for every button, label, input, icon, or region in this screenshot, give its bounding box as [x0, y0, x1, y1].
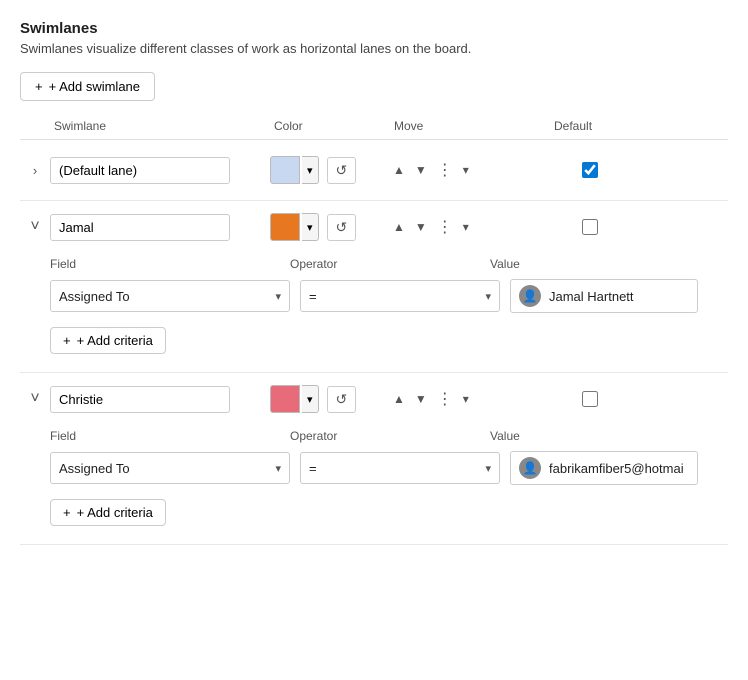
- jamal-operator-label: Operator: [290, 257, 490, 271]
- christie-color-picker: ▾ ↺: [270, 385, 390, 413]
- christie-operator-label: Operator: [290, 429, 490, 443]
- default-dropdown-button[interactable]: ▾: [460, 161, 472, 179]
- jamal-field-select-value: Assigned To: [59, 289, 130, 304]
- col-move-header: Move: [390, 119, 550, 133]
- christie-add-criteria-label: + Add criteria: [77, 505, 153, 520]
- default-lane-checkbox[interactable]: [582, 162, 598, 178]
- christie-operator-select[interactable]: = ▾: [300, 452, 500, 484]
- jamal-lane-checkbox[interactable]: [582, 219, 598, 235]
- jamal-move-controls: ▲ ▼ ⋮ ▾: [390, 215, 550, 239]
- christie-criteria-section: Field Operator Value Assigned To ▾ = ▾ 👤…: [20, 421, 728, 536]
- jamal-value-field: 👤 Jamal Hartnett: [510, 279, 698, 313]
- christie-color-dropdown-button[interactable]: ▾: [302, 385, 319, 413]
- jamal-field-chevron-icon: ▾: [275, 290, 281, 303]
- jamal-add-criteria-button[interactable]: + + Add criteria: [50, 327, 166, 354]
- jamal-color-picker: ▾ ↺: [270, 213, 390, 241]
- expand-jamal-button[interactable]: ˅: [20, 216, 50, 238]
- christie-color-swatch: [270, 385, 300, 413]
- jamal-add-criteria-plus-icon: +: [63, 333, 71, 348]
- christie-operator-chevron-icon: ▾: [485, 462, 491, 475]
- jamal-criteria-row: Assigned To ▾ = ▾ 👤 Jamal Hartnett: [50, 279, 698, 313]
- christie-checkbox-container: [550, 391, 630, 407]
- christie-add-criteria-button[interactable]: + + Add criteria: [50, 499, 166, 526]
- jamal-operator-chevron-icon: ▾: [485, 290, 491, 303]
- jamal-more-button[interactable]: ⋮: [434, 215, 456, 239]
- jamal-checkbox-container: [550, 219, 630, 235]
- swimlane-jamal-row: ˅ ▾ ↺ ▲ ▼ ⋮ ▾: [20, 205, 728, 249]
- expand-christie-button[interactable]: ˅: [20, 388, 50, 410]
- christie-criteria-row: Assigned To ▾ = ▾ 👤 fabrikamfiber5@hotma…: [50, 451, 698, 485]
- default-color-picker: ▾ ↺: [270, 156, 390, 184]
- christie-add-criteria-plus-icon: +: [63, 505, 71, 520]
- christie-value-text: fabrikamfiber5@hotmai: [549, 461, 684, 476]
- jamal-operator-select[interactable]: = ▾: [300, 280, 500, 312]
- jamal-field-select[interactable]: Assigned To ▾: [50, 280, 290, 312]
- swimlane-christie-row: ˅ ▾ ↺ ▲ ▼ ⋮ ▾: [20, 377, 728, 421]
- swimlane-jamal: ˅ ▾ ↺ ▲ ▼ ⋮ ▾ Field Operator Value Assig…: [20, 205, 728, 373]
- jamal-value-label: Value: [490, 257, 698, 271]
- christie-avatar-icon: 👤: [519, 457, 541, 479]
- jamal-add-criteria-label: + Add criteria: [77, 333, 153, 348]
- default-checkbox-container: [550, 162, 630, 178]
- jamal-color-swatch: [270, 213, 300, 241]
- plus-icon: +: [35, 79, 43, 94]
- christie-operator-value: =: [309, 461, 317, 476]
- jamal-field-label: Field: [50, 257, 290, 271]
- default-more-button[interactable]: ⋮: [434, 158, 456, 182]
- add-swimlane-button[interactable]: + + Add swimlane: [20, 72, 155, 101]
- jamal-operator-value: =: [309, 289, 317, 304]
- christie-value-label: Value: [490, 429, 698, 443]
- jamal-criteria-labels: Field Operator Value: [50, 257, 698, 271]
- col-swimlane-header: Swimlane: [50, 119, 270, 133]
- expand-default-button[interactable]: ›: [20, 161, 50, 180]
- column-headers: Swimlane Color Move Default: [20, 119, 728, 140]
- christie-value-field: 👤 fabrikamfiber5@hotmai: [510, 451, 698, 485]
- christie-dropdown-button[interactable]: ▾: [460, 390, 472, 408]
- swimlane-christie: ˅ ▾ ↺ ▲ ▼ ⋮ ▾ Field Operator Value Assig…: [20, 377, 728, 545]
- default-move-up-button[interactable]: ▲: [390, 161, 408, 179]
- jamal-move-up-button[interactable]: ▲: [390, 218, 408, 236]
- jamal-dropdown-button[interactable]: ▾: [460, 218, 472, 236]
- jamal-color-dropdown-button[interactable]: ▾: [302, 213, 319, 241]
- christie-field-label: Field: [50, 429, 290, 443]
- christie-field-select-value: Assigned To: [59, 461, 130, 476]
- christie-move-up-button[interactable]: ▲: [390, 390, 408, 408]
- jamal-value-text: Jamal Hartnett: [549, 289, 634, 304]
- christie-move-down-button[interactable]: ▼: [412, 390, 430, 408]
- swimlane-default-row: › ▾ ↺ ▲ ▼ ⋮ ▾: [20, 148, 728, 192]
- jamal-avatar-icon: 👤: [519, 285, 541, 307]
- christie-refresh-button[interactable]: ↺: [327, 386, 357, 413]
- page-title: Swimlanes: [20, 20, 728, 37]
- col-color-header: Color: [270, 119, 390, 133]
- jamal-criteria-section: Field Operator Value Assigned To ▾ = ▾ 👤…: [20, 249, 728, 364]
- default-move-controls: ▲ ▼ ⋮ ▾: [390, 158, 550, 182]
- christie-criteria-labels: Field Operator Value: [50, 429, 698, 443]
- add-swimlane-label: + Add swimlane: [49, 79, 140, 94]
- christie-move-controls: ▲ ▼ ⋮ ▾: [390, 387, 550, 411]
- jamal-move-down-button[interactable]: ▼: [412, 218, 430, 236]
- christie-lane-name-input[interactable]: [50, 386, 230, 413]
- christie-lane-checkbox[interactable]: [582, 391, 598, 407]
- jamal-refresh-button[interactable]: ↺: [327, 214, 357, 241]
- default-refresh-button[interactable]: ↺: [327, 157, 357, 184]
- default-color-dropdown-button[interactable]: ▾: [302, 156, 319, 184]
- christie-field-chevron-icon: ▾: [275, 462, 281, 475]
- swimlane-default: › ▾ ↺ ▲ ▼ ⋮ ▾: [20, 148, 728, 201]
- christie-field-select[interactable]: Assigned To ▾: [50, 452, 290, 484]
- page-subtitle: Swimlanes visualize different classes of…: [20, 41, 728, 56]
- christie-more-button[interactable]: ⋮: [434, 387, 456, 411]
- jamal-lane-name-input[interactable]: [50, 214, 230, 241]
- default-lane-name-input[interactable]: [50, 157, 230, 184]
- default-move-down-button[interactable]: ▼: [412, 161, 430, 179]
- col-default-header: Default: [550, 119, 630, 133]
- default-color-swatch: [270, 156, 300, 184]
